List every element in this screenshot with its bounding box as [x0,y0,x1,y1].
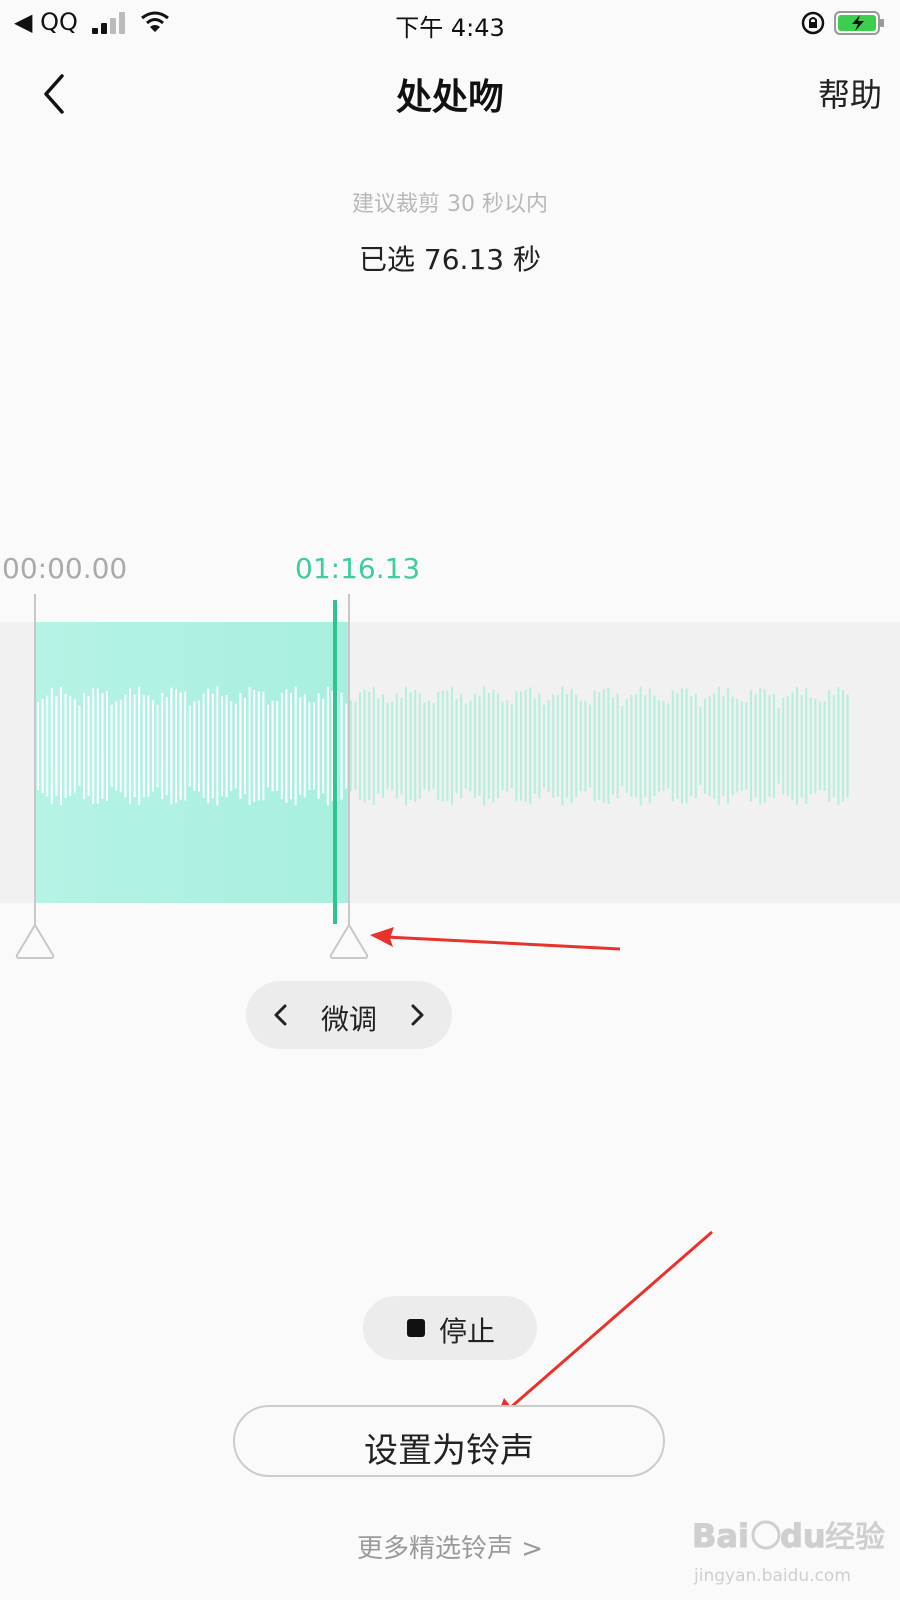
stop-label: 停止 [439,1315,496,1348]
status-time: 下午 4:43 [395,14,505,42]
page-title: 处处吻 [395,77,504,118]
svg-text:du: du [780,1517,826,1555]
start-time-label: 00:00.00 [2,552,128,585]
set-ringtone-label: 设置为铃声 [364,1431,534,1471]
svg-text:jingyan.baidu.com: jingyan.baidu.com [693,1566,851,1586]
set-ringtone-button[interactable]: 设置为铃声 [233,1405,665,1477]
trim-hint: 建议裁剪 30 秒以内 [352,192,548,217]
annotation-arrow-icon [494,1230,713,1424]
end-trim-handle-icon[interactable] [328,922,370,960]
end-handle-line [348,594,350,929]
waveform-bars [37,686,849,806]
svg-text:经验: 经验 [825,1520,885,1555]
start-handle-line [34,594,36,929]
baidu-watermark-logo: Bai du 经验 jingyan.baidu.com [692,1517,886,1587]
annotation-arrow-icon [370,927,621,951]
end-time-label: 01:16.13 [295,552,421,585]
status-bar: ◀ QQ 下午 4:43 [0,0,900,46]
fine-tune-control: 微调 [246,981,452,1049]
playhead [333,600,337,924]
svg-text:Bai: Bai [692,1517,749,1555]
start-trim-handle-icon[interactable] [14,922,56,960]
help-button[interactable]: 帮助 [818,70,882,116]
selected-duration: 已选 76.13 秒 [359,243,541,276]
stop-icon [407,1319,425,1337]
battery-charging-icon [834,11,884,35]
fine-tune-right-icon[interactable] [402,997,432,1033]
rotation-lock-icon [801,11,825,35]
